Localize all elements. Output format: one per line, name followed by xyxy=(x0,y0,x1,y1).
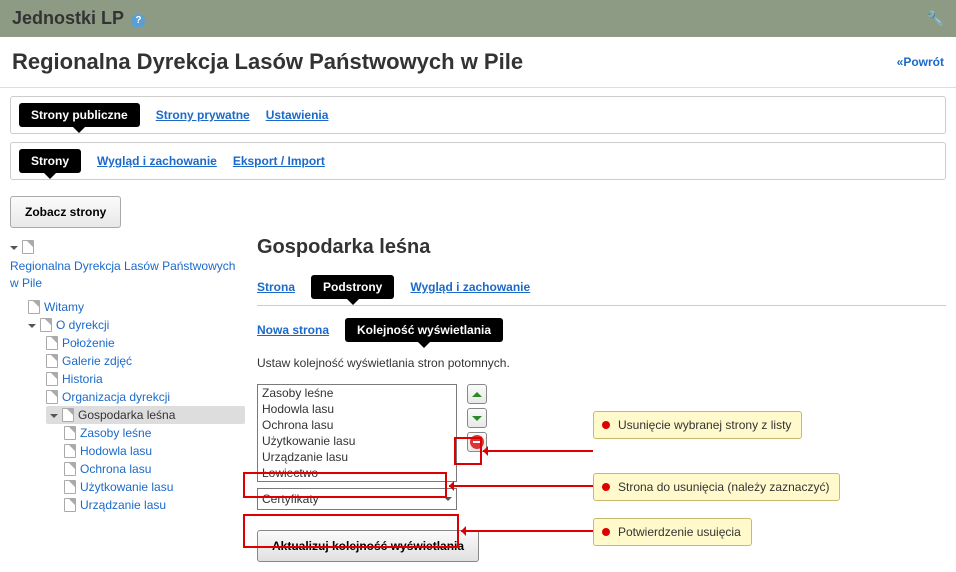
tab-settings[interactable]: Ustawienia xyxy=(266,103,329,127)
tree-toggle-icon[interactable] xyxy=(50,414,58,418)
section-tabs-box: Strony Wygląd i zachowanie Eksport / Imp… xyxy=(10,142,946,180)
list-item[interactable]: Ochrona lasu xyxy=(258,417,456,433)
tree-root-row xyxy=(10,240,245,254)
help-icon[interactable]: ? xyxy=(131,14,145,28)
page-icon xyxy=(64,480,76,494)
list-item[interactable]: Urządzanie lasu xyxy=(258,449,456,465)
tree-item-history[interactable]: Historia xyxy=(46,370,245,388)
callout-remove: Usunięcie wybranej strony z listy xyxy=(593,411,802,439)
subheader: Regionalna Dyrekcja Lasów Państwowych w … xyxy=(0,37,956,88)
tree-item-resources[interactable]: Zasoby leśne xyxy=(64,424,245,442)
page-icon xyxy=(46,390,58,404)
callout-select: Strona do usunięcia (należy zaznaczyć) xyxy=(593,473,840,501)
page-icon xyxy=(64,462,76,476)
update-order-button[interactable]: Aktualizuj kolejność wyświetlania xyxy=(257,530,479,562)
subpage-action-row: Nowa strona Kolejność wyświetlania xyxy=(257,318,946,342)
tab-private-pages[interactable]: Strony prywatne xyxy=(156,103,250,127)
main-tabs-box: Strony publiczne Strony prywatne Ustawie… xyxy=(10,96,946,134)
callout-confirm: Potwierdzenie usuięcia xyxy=(593,518,752,546)
move-down-button[interactable] xyxy=(467,408,487,428)
page-icon xyxy=(28,300,40,314)
content-title: Gospodarka leśna xyxy=(257,236,946,259)
page-icon xyxy=(46,372,58,386)
page-tab-row: Strona Podstrony Wygląd i zachowanie xyxy=(257,275,946,306)
list-item[interactable]: Hodowla lasu xyxy=(258,401,456,417)
arrow-down-icon xyxy=(472,416,482,421)
annotation-arrow xyxy=(461,530,593,532)
list-item[interactable]: Zasoby leśne xyxy=(258,385,456,401)
tree-toggle-icon[interactable] xyxy=(10,246,18,250)
wrench-icon[interactable]: 🔧 xyxy=(927,10,944,27)
page-icon xyxy=(22,240,34,254)
tab-page-look[interactable]: Wygląd i zachowanie xyxy=(410,275,530,299)
tree-root-link[interactable]: Regionalna Dyrekcja Lasów Państwowych w … xyxy=(10,258,245,292)
tab-page[interactable]: Strona xyxy=(257,275,295,299)
description-text: Ustaw kolejność wyświetlania stron potom… xyxy=(257,356,946,370)
content-column: Gospodarka leśna Strona Podstrony Wygląd… xyxy=(245,236,946,562)
tree-list: Witamy O dyrekcji Położenie xyxy=(10,298,245,514)
page-title: Regionalna Dyrekcja Lasów Państwowych w … xyxy=(12,49,523,75)
tree-item-breeding[interactable]: Hodowla lasu xyxy=(64,442,245,460)
tab-export-import[interactable]: Eksport / Import xyxy=(233,149,325,173)
order-listbox[interactable]: Zasoby leśne Hodowla lasu Ochrona lasu U… xyxy=(257,384,457,482)
tab-display-order[interactable]: Kolejność wyświetlania xyxy=(345,318,503,342)
chevron-down-icon xyxy=(444,497,452,501)
page-icon xyxy=(46,354,58,368)
tree-item-location[interactable]: Położenie xyxy=(46,334,245,352)
view-pages-button[interactable]: Zobacz strony xyxy=(10,196,121,228)
list-item[interactable]: Użytkowanie lasu xyxy=(258,433,456,449)
page-icon xyxy=(62,408,74,422)
page-select-dropdown[interactable]: Certyfikaty xyxy=(257,488,457,510)
tree-item-forestry[interactable]: Gospodarka leśna xyxy=(46,406,245,424)
tab-public-pages[interactable]: Strony publiczne xyxy=(19,103,140,127)
tree-item-arrangement[interactable]: Urządzanie lasu xyxy=(64,496,245,514)
back-link[interactable]: «Powrót xyxy=(897,55,944,69)
page-icon xyxy=(64,444,76,458)
tab-subpages[interactable]: Podstrony xyxy=(311,275,394,299)
main-row: Regionalna Dyrekcja Lasów Państwowych w … xyxy=(0,236,956,572)
tab-pages[interactable]: Strony xyxy=(19,149,81,173)
annotation-arrow xyxy=(483,450,593,452)
list-item[interactable]: Łowiectwo xyxy=(258,465,456,481)
tree-toggle-icon[interactable] xyxy=(28,324,36,328)
page-icon xyxy=(40,318,52,332)
tree-item-protection[interactable]: Ochrona lasu xyxy=(64,460,245,478)
tree-item-welcome[interactable]: Witamy xyxy=(28,298,245,316)
tab-look-behavior[interactable]: Wygląd i zachowanie xyxy=(97,149,217,173)
annotation-arrow xyxy=(449,485,593,487)
order-buttons xyxy=(467,384,487,452)
tree-item-use[interactable]: Użytkowanie lasu xyxy=(64,478,245,496)
tree-column: Regionalna Dyrekcja Lasów Państwowych w … xyxy=(10,236,245,562)
section-tab-row: Strony Wygląd i zachowanie Eksport / Imp… xyxy=(19,149,937,173)
page-icon xyxy=(64,426,76,440)
dropdown-selected: Certyfikaty xyxy=(262,492,319,506)
header-bar: Jednostki LP ? 🔧 xyxy=(0,0,956,37)
page-icon xyxy=(46,336,58,350)
arrow-up-icon xyxy=(472,392,482,397)
tree-item-galleries[interactable]: Galerie zdjęć xyxy=(46,352,245,370)
move-up-button[interactable] xyxy=(467,384,487,404)
page-icon xyxy=(64,498,76,512)
tree-item-org[interactable]: Organizacja dyrekcji xyxy=(46,388,245,406)
tree-item-about[interactable]: O dyrekcji xyxy=(28,316,245,334)
header-title: Jednostki LP xyxy=(12,8,124,29)
main-tab-row: Strony publiczne Strony prywatne Ustawie… xyxy=(19,103,937,127)
tab-new-page[interactable]: Nowa strona xyxy=(257,318,329,342)
delete-icon xyxy=(470,435,484,449)
